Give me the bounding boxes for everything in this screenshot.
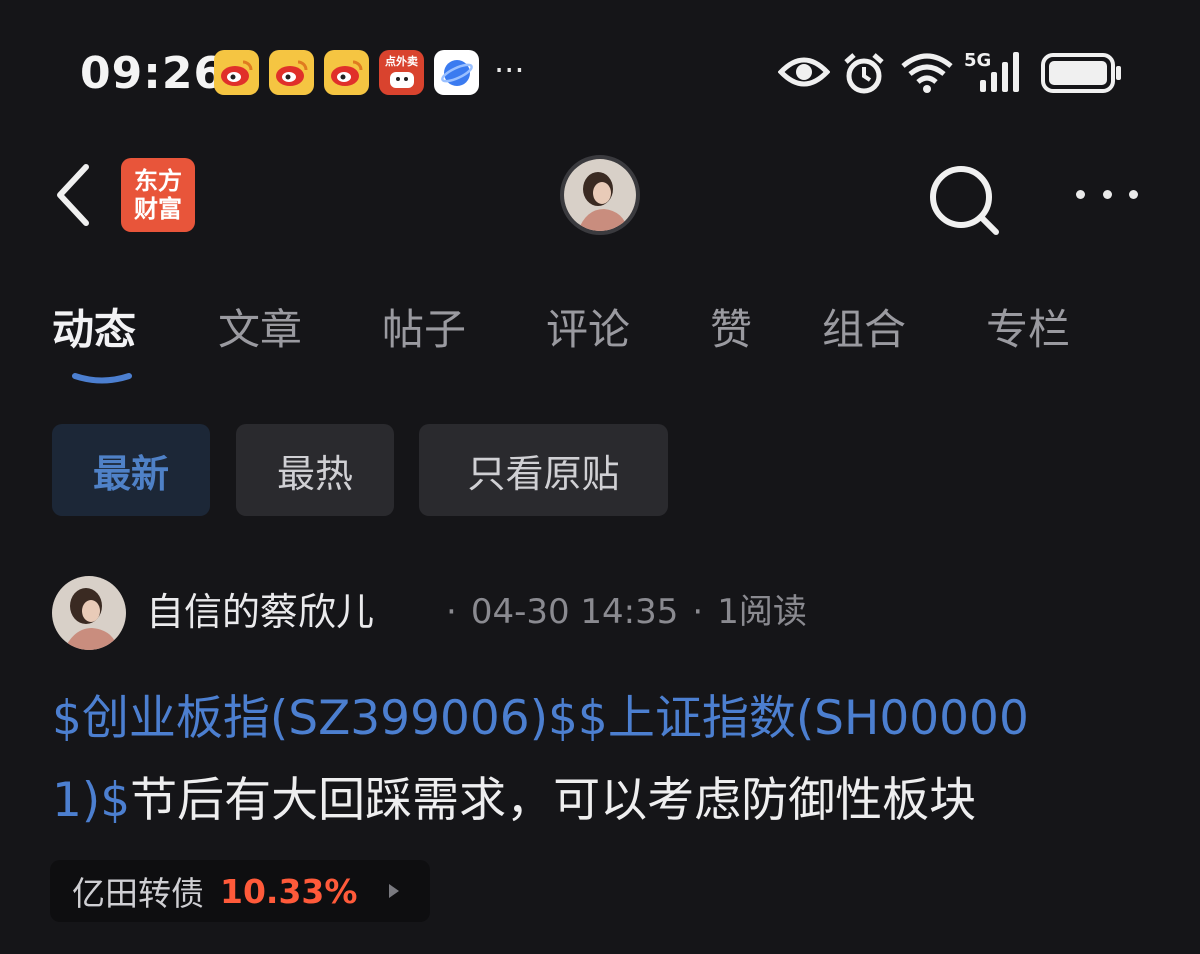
filter-latest-button[interactable]: 最新 [52,424,210,516]
search-icon[interactable] [926,162,1002,238]
status-bar: 09:26 点外卖 ··· 5G [0,0,1200,140]
tab-posts[interactable]: 帖子 [382,300,466,360]
weibo-icon [324,50,369,95]
weibo-icon [269,50,314,95]
author-name[interactable]: 自信的蔡欣儿 [146,582,374,642]
play-arrow-icon [389,884,400,898]
stock-mention-link[interactable]: $创业板指(SZ399006)$$上证指数(SH00000 [52,678,1142,760]
app-logo: 东方 财富 [121,158,195,232]
app-logo-line1: 东方 [134,167,182,195]
more-notifications-icon: ··· [494,51,525,89]
browser-icon [434,50,479,95]
more-options-icon[interactable] [1070,176,1144,212]
back-arrow-icon[interactable] [52,162,100,228]
filter-hot-button[interactable]: 最热 [236,424,394,516]
tab-activity[interactable]: 动态 [52,300,136,360]
post-date: 04-30 14:35 [470,592,679,632]
tab-comments[interactable]: 评论 [546,300,630,360]
eye-icon [778,57,830,87]
wifi-icon [901,53,953,93]
cellular-signal-icon: 5G [964,50,1028,94]
top-app-bar: 东方 财富 [0,140,1200,260]
tab-likes[interactable]: 赞 [710,300,752,360]
post-content[interactable]: $创业板指(SZ399006)$$上证指数(SH00000 1)$节后有大回踩需… [52,678,1142,842]
active-tab-indicator [72,373,132,384]
stock-name: 亿田转债 [72,874,204,913]
status-time: 09:26 [80,48,226,99]
related-stock-tag[interactable]: 亿田转债 10.33% [50,860,430,922]
post-meta: · 04-30 14:35 · 1阅读 [446,592,807,632]
food-app-label: 点外卖 [385,55,418,68]
app-logo-line2: 财富 [134,195,182,223]
read-count: 1阅读 [717,592,807,632]
alarm-icon [844,53,884,94]
filter-original-only-button[interactable]: 只看原贴 [419,424,668,516]
post-text: 节后有大回踩需求，可以考虑防御性板块 [130,773,977,828]
weibo-icon [214,50,259,95]
tab-portfolios[interactable]: 组合 [822,300,906,360]
post-header: 自信的蔡欣儿 · 04-30 14:35 · 1阅读 [52,576,1152,650]
profile-avatar[interactable] [560,155,640,235]
stock-change: 10.33% [220,871,358,911]
profile-tabs: 动态 文章 帖子 评论 赞 组合 专栏 [0,300,1200,392]
sort-filter-bar: 最新 最热 只看原贴 [52,424,1152,518]
tab-columns[interactable]: 专栏 [986,300,1070,360]
food-delivery-icon: 点外卖 [379,50,424,95]
battery-icon [1041,53,1121,93]
author-avatar[interactable] [52,576,126,650]
stock-mention-link-end[interactable]: 1)$ [52,773,130,828]
tab-articles[interactable]: 文章 [218,300,302,360]
